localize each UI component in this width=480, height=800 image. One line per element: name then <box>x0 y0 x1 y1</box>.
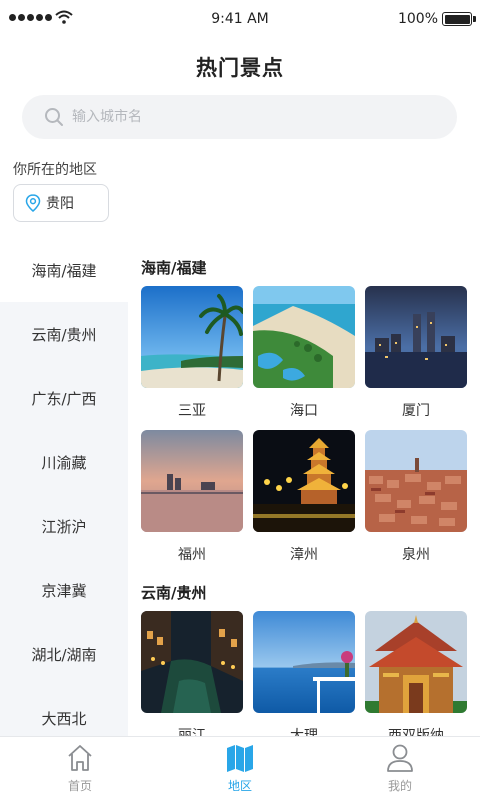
tab-mine[interactable]: 我的 <box>320 737 480 800</box>
bottom-tab-bar: 首页 地区 我的 <box>0 736 480 800</box>
current-location-city: 贵阳 <box>46 196 74 212</box>
spot-photo-xiamen <box>365 286 467 388</box>
sidebar-item-hainan-fujian[interactable]: 海南/福建 <box>0 238 128 302</box>
spot-photo-xishuangbanna <box>365 611 467 713</box>
battery-icon <box>442 12 476 26</box>
section-title: 云南/贵州 <box>141 584 207 602</box>
spot-name: 西双版纳 <box>388 728 444 736</box>
spot-name: 福州 <box>178 547 206 563</box>
search-input[interactable] <box>72 109 412 125</box>
user-icon <box>387 744 413 772</box>
map-icon <box>227 745 253 772</box>
tab-region[interactable]: 地区 <box>160 737 320 800</box>
spot-photo-zhangzhou <box>253 430 355 532</box>
spot-list: 海南/福建 三亚 海口 厦门 福州 漳州 泉州 云南/贵州 丽江 大理 西双版纳 <box>128 238 480 736</box>
spot-card-zhangzhou[interactable]: 漳州 <box>253 430 355 564</box>
location-pin-icon <box>25 194 41 212</box>
spot-name: 丽江 <box>178 728 206 736</box>
sidebar-item-jing-jin-ji[interactable]: 京津冀 <box>0 558 128 622</box>
home-icon <box>68 745 92 771</box>
spot-card-xishuangbanna[interactable]: 西双版纳 <box>365 611 467 736</box>
search-icon <box>45 108 63 126</box>
spot-name: 泉州 <box>402 547 430 563</box>
spot-card-dali[interactable]: 大理 <box>253 611 355 736</box>
spot-card-xiamen[interactable]: 厦门 <box>365 286 467 420</box>
region-sidebar: 海南/福建 云南/贵州 广东/广西 川渝藏 江浙沪 京津冀 湖北/湖南 大西北 <box>0 238 128 736</box>
battery-percentage: 100% <box>397 11 438 27</box>
spot-card-lijiang[interactable]: 丽江 <box>141 611 243 736</box>
spot-photo-quanzhou <box>365 430 467 532</box>
tab-label: 首页 <box>67 779 92 793</box>
sidebar-item-da-xibei[interactable]: 大西北 <box>0 686 128 736</box>
status-bar: 9:41 AM 100% <box>0 0 480 40</box>
spot-name: 漳州 <box>290 547 318 563</box>
search-bar[interactable] <box>22 95 457 139</box>
app-screen: 9:41 AM 100% 热门景点 你所在的地区 贵阳 海南/福建 云南/贵州 … <box>0 0 480 800</box>
spot-card-quanzhou[interactable]: 泉州 <box>365 430 467 564</box>
spot-card-haikou[interactable]: 海口 <box>253 286 355 420</box>
spot-photo-haikou <box>253 286 355 388</box>
spot-photo-lijiang <box>141 611 243 713</box>
spot-photo-fuzhou <box>141 430 243 532</box>
sidebar-item-jiang-zhe-hu[interactable]: 江浙沪 <box>0 494 128 558</box>
sidebar-item-guangdong-guangxi[interactable]: 广东/广西 <box>0 366 128 430</box>
tab-label: 我的 <box>387 779 412 793</box>
tab-label: 地区 <box>227 779 252 793</box>
section-title: 海南/福建 <box>141 259 207 277</box>
spot-card-sanya[interactable]: 三亚 <box>141 286 243 420</box>
spot-name: 大理 <box>290 728 318 736</box>
spot-name: 三亚 <box>178 403 206 419</box>
current-location-button[interactable]: 贵阳 <box>13 184 109 222</box>
sidebar-item-yunnan-guizhou[interactable]: 云南/贵州 <box>0 302 128 366</box>
page-title: 热门景点 <box>196 56 284 80</box>
spot-card-fuzhou[interactable]: 福州 <box>141 430 243 564</box>
spot-photo-sanya <box>141 286 243 388</box>
region-label: 你所在的地区 <box>13 162 97 178</box>
sidebar-item-hubei-hunan[interactable]: 湖北/湖南 <box>0 622 128 686</box>
sidebar-item-chuan-yu-zang[interactable]: 川渝藏 <box>0 430 128 494</box>
tab-home[interactable]: 首页 <box>0 737 160 800</box>
spot-photo-dali <box>253 611 355 713</box>
spot-name: 海口 <box>290 403 318 419</box>
spot-name: 厦门 <box>402 403 430 419</box>
